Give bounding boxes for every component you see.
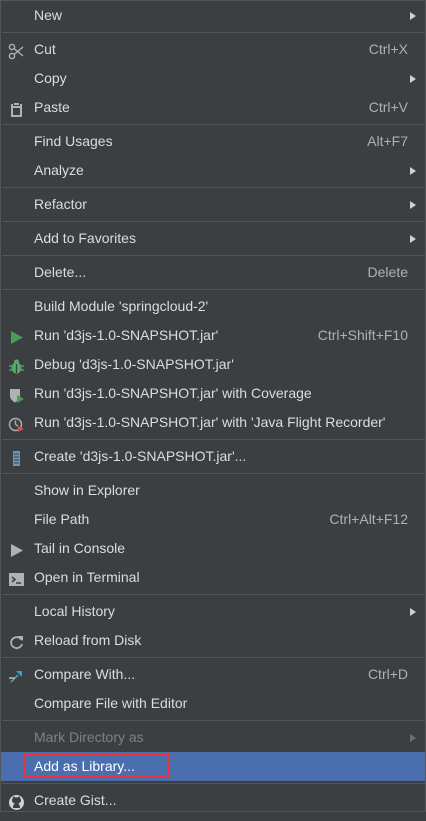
profiler-icon <box>8 414 25 432</box>
menu-item-add-to-favorites[interactable]: Add to Favorites <box>1 224 425 253</box>
menu-item-debug-jar[interactable]: Debug 'd3js-1.0-SNAPSHOT.jar' <box>1 350 425 379</box>
run-icon <box>8 327 25 344</box>
submenu-arrow-icon <box>410 12 416 20</box>
menu-item-run-jar[interactable]: Run 'd3js-1.0-SNAPSHOT.jar' Ctrl+Shift+F… <box>1 321 425 350</box>
menu-item-delete[interactable]: Delete... Delete <box>1 258 425 287</box>
menu-separator <box>2 439 425 440</box>
shortcut-text: Ctrl+V <box>368 99 408 115</box>
terminal-icon <box>8 569 25 586</box>
menu-item-label: Run 'd3js-1.0-SNAPSHOT.jar' with Coverag… <box>34 385 312 401</box>
shortcut-text: Alt+F7 <box>367 133 408 149</box>
menu-item-compare-file-with-editor[interactable]: Compare File with Editor <box>1 689 425 718</box>
menu-item-reload-from-disk[interactable]: Reload from Disk <box>1 626 425 655</box>
menu-item-label: Compare File with Editor <box>34 695 188 711</box>
menu-item-label: Open in Terminal <box>34 569 140 585</box>
menu-item-tail-in-console[interactable]: Tail in Console <box>1 534 425 563</box>
menu-separator <box>2 720 425 721</box>
menu-item-label: Run 'd3js-1.0-SNAPSHOT.jar' <box>34 327 219 343</box>
menu-item-label: Paste <box>34 99 70 115</box>
compare-arrows-icon <box>8 666 25 683</box>
menu-separator <box>2 289 425 290</box>
menu-item-label: Add to Favorites <box>34 230 136 246</box>
menu-item-new[interactable]: New <box>1 1 425 30</box>
jar-artifact-icon <box>8 448 25 466</box>
menu-separator <box>2 221 425 222</box>
context-menu: New Cut Ctrl+X Copy Paste Ctrl+V Find Us… <box>0 0 426 812</box>
menu-separator <box>2 255 425 256</box>
menu-item-run-with-coverage[interactable]: Run 'd3js-1.0-SNAPSHOT.jar' with Coverag… <box>1 379 425 408</box>
menu-item-label: Reload from Disk <box>34 632 142 648</box>
shortcut-text: Delete <box>367 264 408 280</box>
menu-item-copy[interactable]: Copy <box>1 64 425 93</box>
submenu-arrow-icon <box>410 734 416 742</box>
menu-item-compare-with[interactable]: Compare With... Ctrl+D <box>1 660 425 689</box>
menu-item-build-module[interactable]: Build Module 'springcloud-2' <box>1 292 425 321</box>
submenu-arrow-icon <box>410 201 416 209</box>
menu-separator <box>2 124 425 125</box>
scissors-icon <box>8 41 25 60</box>
menu-item-label: Build Module 'springcloud-2' <box>34 298 209 314</box>
menu-item-create-jar-config[interactable]: Create 'd3js-1.0-SNAPSHOT.jar'... <box>1 442 425 471</box>
menu-separator <box>2 187 425 188</box>
menu-item-cut[interactable]: Cut Ctrl+X <box>1 35 425 64</box>
menu-separator <box>2 473 425 474</box>
menu-item-label: Mark Directory as <box>34 729 144 745</box>
menu-item-open-in-terminal[interactable]: Open in Terminal <box>1 563 425 592</box>
menu-item-mark-directory-as: Mark Directory as <box>1 723 425 752</box>
menu-item-label: Find Usages <box>34 133 113 149</box>
menu-item-label: Debug 'd3js-1.0-SNAPSHOT.jar' <box>34 356 234 372</box>
menu-item-label: Delete... <box>34 264 87 280</box>
menu-item-label: New <box>34 7 63 23</box>
shortcut-text: Ctrl+Alt+F12 <box>329 511 408 527</box>
menu-item-label: Show in Explorer <box>34 482 140 498</box>
menu-item-label: Local History <box>34 603 115 619</box>
menu-item-label: Copy <box>34 70 67 86</box>
shortcut-text: Ctrl+D <box>367 666 408 682</box>
menu-item-run-with-flight-recorder[interactable]: Run 'd3js-1.0-SNAPSHOT.jar' with 'Java F… <box>1 408 425 437</box>
shortcut-text: Ctrl+X <box>368 41 408 57</box>
shortcut-text: Ctrl+Shift+F10 <box>317 327 408 343</box>
menu-item-label: Refactor <box>34 196 87 212</box>
menu-item-label: Create Gist... <box>34 792 117 808</box>
menu-separator <box>2 783 425 784</box>
coverage-shield-icon <box>8 385 25 403</box>
reload-icon <box>8 632 25 650</box>
menu-separator <box>2 594 425 595</box>
github-icon <box>8 792 25 810</box>
menu-item-label: Create 'd3js-1.0-SNAPSHOT.jar'... <box>34 448 247 464</box>
clipboard-icon <box>8 99 25 117</box>
submenu-arrow-icon <box>410 235 416 243</box>
menu-item-local-history[interactable]: Local History <box>1 597 425 626</box>
menu-item-create-gist[interactable]: Create Gist... <box>1 786 425 815</box>
menu-item-find-usages[interactable]: Find Usages Alt+F7 <box>1 127 425 156</box>
menu-item-analyze[interactable]: Analyze <box>1 156 425 185</box>
menu-item-label: Tail in Console <box>34 540 126 556</box>
menu-item-file-path[interactable]: File Path Ctrl+Alt+F12 <box>1 505 425 534</box>
menu-item-label: Compare With... <box>34 666 136 682</box>
annotation-highlight-box <box>24 753 169 777</box>
menu-item-label: Run 'd3js-1.0-SNAPSHOT.jar' with 'Java F… <box>34 414 386 430</box>
submenu-arrow-icon <box>410 75 416 83</box>
menu-item-label: Analyze <box>34 162 84 178</box>
menu-item-paste[interactable]: Paste Ctrl+V <box>1 93 425 122</box>
menu-item-refactor[interactable]: Refactor <box>1 190 425 219</box>
menu-item-show-in-explorer[interactable]: Show in Explorer <box>1 476 425 505</box>
submenu-arrow-icon <box>410 167 416 175</box>
submenu-arrow-icon <box>410 608 416 616</box>
menu-separator <box>2 32 425 33</box>
tail-play-icon <box>8 540 25 557</box>
menu-item-label: File Path <box>34 511 90 527</box>
menu-separator <box>2 657 425 658</box>
menu-item-add-as-library[interactable]: Add as Library... <box>1 752 425 781</box>
debug-bug-icon <box>8 356 25 374</box>
menu-item-label: Cut <box>34 41 56 57</box>
